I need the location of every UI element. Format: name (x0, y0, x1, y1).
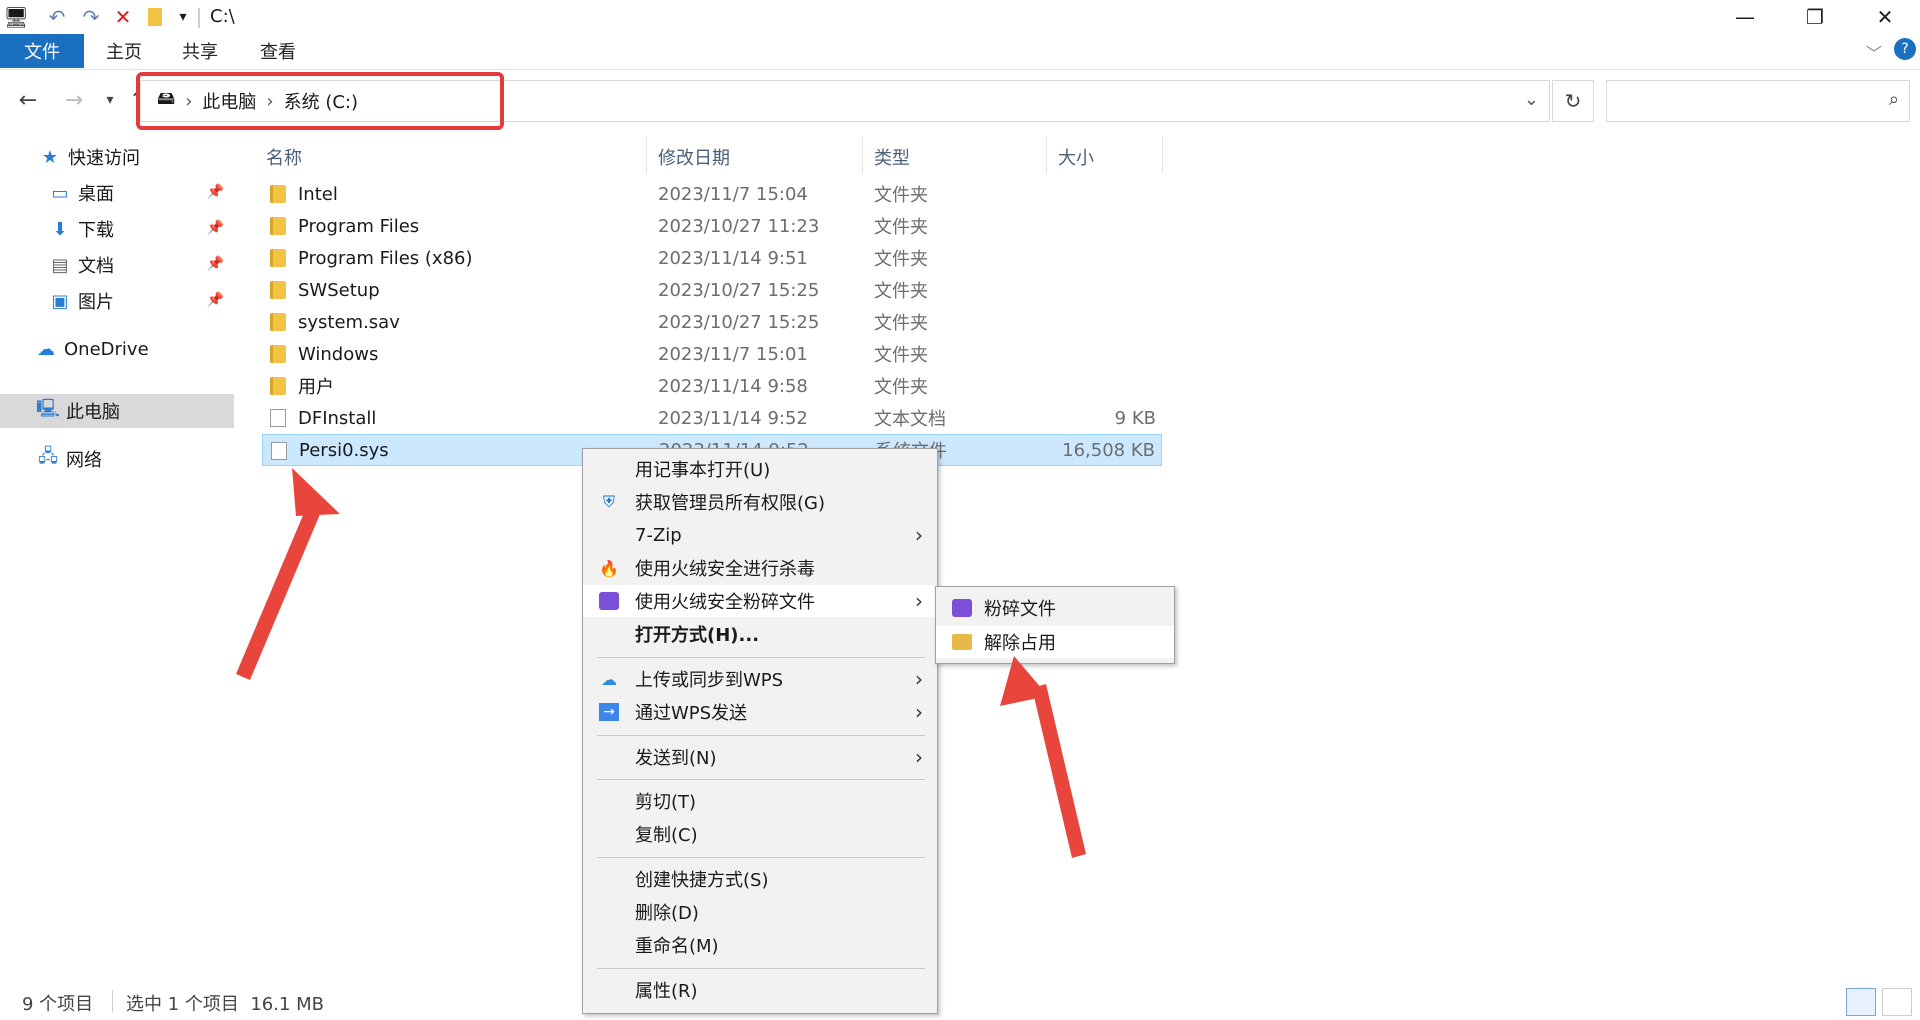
annotation-arrows (236, 468, 1086, 858)
annotation-arrow-left (236, 468, 340, 680)
annotation-arrow-right (1000, 656, 1086, 858)
